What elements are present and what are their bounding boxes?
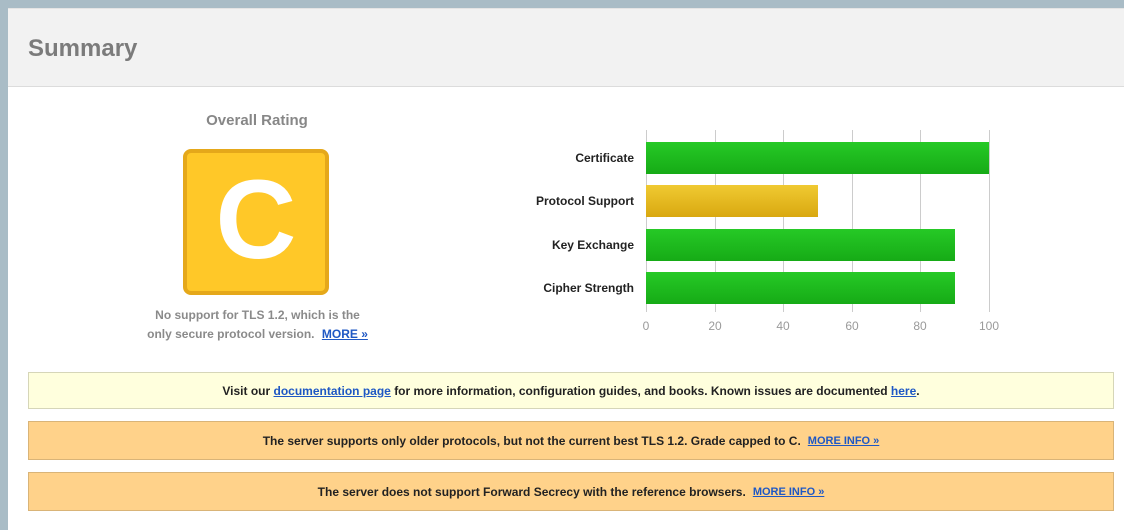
bar-category-label: Protocol Support [536,194,634,208]
documentation-page-link[interactable]: documentation page [274,384,391,398]
forward-secrecy-text: The server does not support Forward Secr… [317,484,746,499]
bar-category-label: Key Exchange [551,238,634,252]
tls-more-info-link[interactable]: MORE INFO » [808,435,880,447]
tls-warning-text: The server supports only older protocols… [262,433,801,448]
bar-key-exchange [646,229,955,261]
doc-banner-prefix: Visit our [222,383,271,398]
forward-secrecy-banner: The server does not support Forward Secr… [28,472,1114,511]
grade-note-line2: only secure protocol version. [147,327,315,341]
grade-note-line1: No support for TLS 1.2, which is the [155,308,360,322]
x-tick-label: 100 [978,319,1000,333]
doc-banner-suffix: . [916,383,920,398]
x-tick-label: 60 [845,319,859,333]
bar-cipher-strength [646,272,955,304]
overall-rating-title: Overall Rating [206,112,308,129]
grade-badge: C [183,149,329,295]
page-title: Summary [28,35,138,62]
forward-secrecy-more-info-link[interactable]: MORE INFO » [753,486,825,498]
gridline [989,130,990,312]
x-tick-label: 40 [776,319,790,333]
documentation-banner: Visit our documentation page for more in… [28,372,1114,409]
known-issues-link[interactable]: here [891,384,916,398]
x-tick-label: 80 [913,319,927,333]
bar-category-label: Certificate [575,151,634,165]
summary-header: Summary [8,8,1124,87]
bar-protocol-support [646,185,818,217]
tls-warning-banner: The server supports only older protocols… [28,421,1114,460]
doc-banner-middle: for more information, configuration guid… [394,383,888,398]
bar-category-label: Cipher Strength [543,281,634,295]
x-tick-label: 20 [708,319,722,333]
grade-more-link[interactable]: MORE » [322,327,368,341]
grade-note: No support for TLS 1.2, which is the onl… [120,306,395,344]
grade-letter: C [215,157,297,282]
bar-certificate [646,142,989,174]
x-tick-label: 0 [642,319,650,333]
